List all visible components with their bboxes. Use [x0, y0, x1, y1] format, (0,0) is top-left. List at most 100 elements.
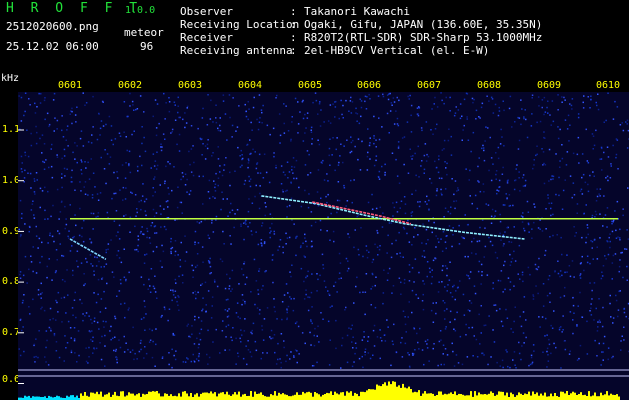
noise-speck [71, 181, 73, 183]
noise-speck [426, 195, 428, 198]
info-value: Ogaki, Gifu, JAPAN (136.60E, 35.35N) [304, 18, 543, 31]
noise-speck [212, 196, 214, 198]
noise-speck [405, 331, 407, 333]
level-bar [70, 395, 72, 400]
noise-speck [214, 197, 216, 199]
noise-speck [63, 148, 66, 151]
noise-speck [312, 365, 315, 367]
level-bar [444, 393, 446, 400]
noise-speck [490, 179, 493, 182]
noise-speck [115, 192, 117, 195]
noise-speck [66, 125, 69, 127]
noise-speck [261, 225, 263, 227]
noise-speck [206, 353, 208, 356]
noise-speck [612, 317, 615, 319]
noise-speck [122, 199, 124, 201]
noise-speck [452, 234, 454, 236]
noise-speck [286, 318, 288, 321]
noise-speck [277, 249, 279, 251]
noise-speck [243, 238, 245, 241]
noise-speck [202, 261, 204, 263]
noise-speck [579, 262, 582, 265]
noise-speck [317, 139, 319, 141]
noise-speck [48, 258, 50, 260]
noise-speck [338, 199, 341, 202]
noise-speck [307, 270, 309, 273]
noise-speck [347, 267, 350, 270]
noise-speck [521, 271, 524, 274]
level-bar [292, 395, 294, 400]
noise-speck [20, 217, 23, 219]
noise-speck [230, 290, 232, 292]
noise-speck [139, 95, 142, 97]
noise-speck [373, 324, 376, 327]
info-key: Receiving Location [180, 18, 300, 31]
noise-speck [214, 186, 216, 189]
noise-speck [194, 290, 196, 293]
noise-speck [38, 330, 40, 332]
noise-speck [152, 195, 154, 197]
noise-speck [520, 123, 522, 126]
noise-speck [433, 343, 435, 345]
info-value: 2el-HB9CV Vertical (el. E-W) [304, 44, 490, 57]
noise-speck [135, 108, 137, 111]
noise-speck [403, 136, 406, 138]
noise-speck [527, 211, 530, 213]
noise-speck [576, 153, 579, 156]
level-bar [124, 396, 126, 400]
noise-speck [103, 326, 105, 328]
noise-speck [100, 266, 102, 268]
noise-speck [176, 300, 178, 303]
noise-speck [329, 339, 331, 341]
noise-speck [232, 327, 234, 329]
noise-speck [590, 307, 592, 309]
noise-speck [125, 278, 127, 281]
noise-speck [136, 208, 138, 210]
noise-speck [241, 154, 243, 156]
noise-speck [461, 236, 463, 238]
level-bar [418, 390, 420, 400]
noise-speck [388, 93, 390, 95]
noise-speck [81, 227, 83, 229]
noise-speck [367, 336, 370, 338]
noise-speck [171, 299, 173, 302]
noise-speck [455, 200, 458, 202]
noise-speck [462, 129, 464, 131]
noise-speck [240, 149, 242, 152]
noise-speck [339, 155, 341, 157]
noise-speck [30, 144, 33, 147]
noise-speck [504, 204, 506, 206]
noise-speck [133, 358, 135, 361]
noise-speck [387, 272, 389, 274]
noise-speck [495, 170, 498, 172]
noise-speck [266, 307, 269, 309]
noise-speck [73, 338, 76, 340]
noise-speck [107, 243, 110, 245]
noise-speck [407, 172, 410, 174]
noise-speck [566, 271, 568, 273]
noise-speck [542, 164, 544, 166]
noise-speck [131, 192, 133, 194]
noise-speck [212, 231, 215, 233]
noise-speck [617, 168, 619, 170]
noise-speck [171, 366, 173, 369]
noise-speck [67, 320, 70, 323]
noise-speck [392, 343, 394, 346]
noise-speck [248, 175, 250, 178]
noise-speck [310, 129, 312, 131]
noise-speck [423, 172, 425, 174]
noise-speck [576, 203, 579, 205]
noise-speck [378, 176, 380, 178]
level-bar [454, 391, 456, 400]
noise-speck [432, 321, 435, 323]
level-bar [442, 394, 444, 400]
noise-speck [180, 178, 182, 181]
level-bar [566, 391, 568, 400]
noise-speck [316, 361, 318, 364]
noise-speck [581, 316, 584, 318]
noise-speck [294, 97, 297, 100]
noise-speck [373, 115, 375, 118]
noise-speck [523, 342, 525, 344]
noise-speck [212, 121, 214, 123]
noise-speck [21, 171, 23, 173]
